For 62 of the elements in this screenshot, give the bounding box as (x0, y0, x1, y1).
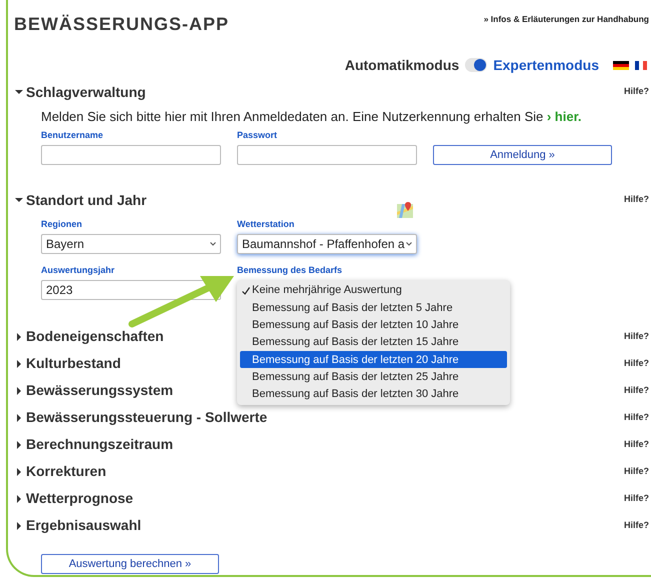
menu-item[interactable]: Bemessung auf Basis der letzten 25 Jahre (240, 368, 507, 386)
map-icon[interactable] (397, 202, 413, 218)
help-link[interactable]: Hilfe? (624, 330, 649, 344)
field-label: Benutzername (41, 129, 104, 141)
caret-down-icon[interactable] (15, 88, 23, 96)
caret-right-icon[interactable] (15, 522, 23, 530)
menu-item[interactable]: Bemessung auf Basis der letzten 5 Jahre (240, 299, 507, 317)
field-label: Regionen (41, 218, 82, 230)
field-label: Bemessung des Bedarfs (237, 264, 342, 276)
help-link[interactable]: Hilfe? (624, 85, 649, 99)
help-link[interactable]: Hilfe? (624, 464, 649, 478)
caret-right-icon[interactable] (15, 386, 23, 394)
field-label: Passwort (237, 129, 278, 141)
calculate-button[interactable]: Auswertung berechnen » (41, 554, 219, 574)
input-field[interactable] (41, 145, 221, 165)
help-link[interactable]: Hilfe? (624, 518, 649, 532)
section-title[interactable]: Ergebnisauswahl (26, 515, 142, 536)
chevron-down-icon (210, 242, 216, 246)
help-link[interactable]: Hilfe? (624, 384, 649, 398)
help-link[interactable]: Hilfe? (624, 193, 649, 207)
caret-right-icon[interactable] (15, 332, 23, 340)
select-field[interactable]: Baumannshof - Pfaffenhofen a (237, 234, 417, 254)
login-button[interactable]: Anmeldung » (433, 145, 612, 165)
flag-icon[interactable] (635, 60, 647, 70)
section-title[interactable]: Wetterprognose (26, 488, 134, 509)
mode-toggle[interactable] (465, 58, 488, 72)
help-link[interactable]: Hilfe? (624, 410, 649, 424)
caret-right-icon[interactable] (15, 360, 23, 368)
caret-right-icon[interactable] (15, 440, 23, 448)
flag-icon[interactable] (613, 60, 629, 70)
select-field[interactable]: Bayern (41, 234, 221, 254)
caret-right-icon[interactable] (15, 468, 23, 476)
section-title[interactable]: Kulturbestand (26, 353, 121, 374)
menu-item[interactable]: Bemessung auf Basis der letzten 20 Jahre (240, 351, 507, 368)
caret-down-icon[interactable] (15, 196, 23, 204)
section-title[interactable]: Standort und Jahr (26, 190, 147, 210)
chevron-down-icon (406, 242, 412, 246)
mode-label[interactable]: Expertenmodus (493, 54, 599, 76)
help-link[interactable]: Hilfe? (624, 492, 649, 506)
checkmark-icon (242, 286, 250, 295)
info-link[interactable]: » Infos & Erläuterungen zur Handhabung (484, 12, 649, 26)
section-title[interactable]: Korrekturen (26, 461, 106, 482)
menu-item[interactable]: Bemessung auf Basis der letzten 15 Jahre (240, 334, 507, 352)
app-title: BEWÄSSERUNGS-APP (14, 12, 230, 36)
intro-text: Melden Sie sich bitte hier mit Ihren Anmeldedaten an. Eine Nutzerkennung erhalten Sie › hier. (41, 108, 582, 126)
section-title[interactable]: Bodeneigenschaften (26, 326, 164, 347)
section-title[interactable]: Schlagverwaltung (26, 82, 146, 102)
field-label: Wetterstation (237, 218, 294, 230)
section-title[interactable]: Bewässerungssystem (26, 380, 174, 401)
caret-right-icon[interactable] (15, 414, 23, 422)
help-link[interactable]: Hilfe? (624, 356, 649, 370)
input-field[interactable] (237, 145, 417, 165)
mode-label[interactable]: Automatikmodus (344, 54, 460, 76)
field-label: Auswertungsjahr (41, 264, 115, 276)
section-title[interactable]: Bewässerungssteuerung - Sollwerte (26, 407, 268, 428)
menu-item[interactable]: Keine mehrjährige Auswertung (240, 282, 507, 300)
caret-right-icon[interactable] (15, 494, 23, 502)
register-link[interactable]: › hier. (546, 109, 582, 124)
help-link[interactable]: Hilfe? (624, 438, 649, 452)
menu-item[interactable]: Bemessung auf Basis der letzten 10 Jahre (240, 316, 507, 334)
section-title[interactable]: Berechnungszeitraum (26, 434, 174, 455)
menu-item[interactable]: Bemessung auf Basis der letzten 30 Jahre (240, 386, 507, 404)
